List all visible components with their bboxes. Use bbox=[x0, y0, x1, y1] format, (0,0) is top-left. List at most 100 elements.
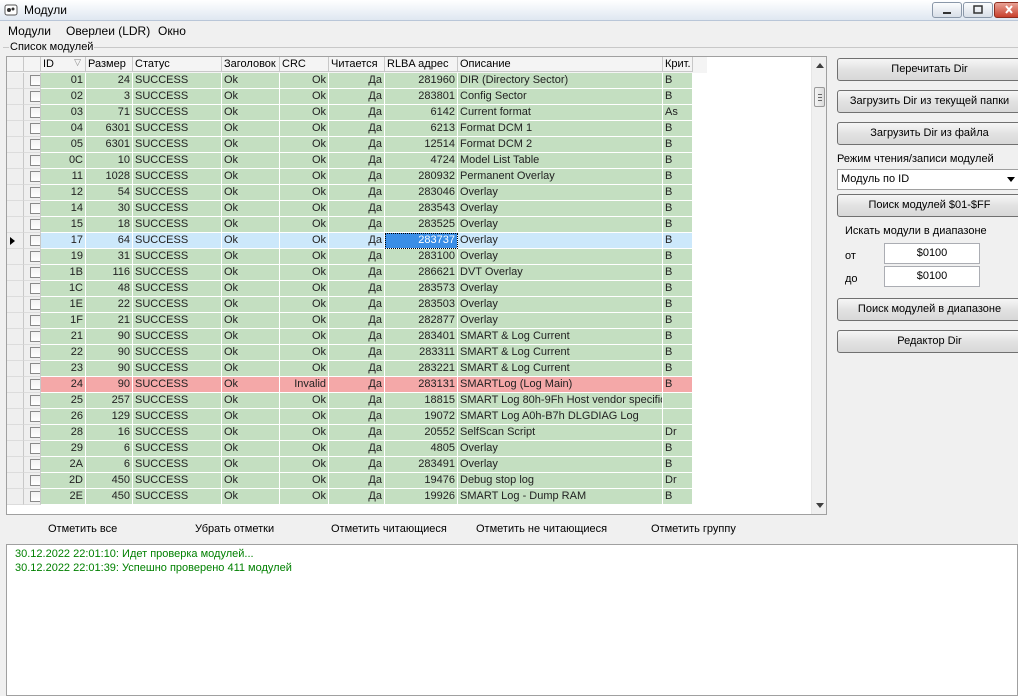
header-status[interactable]: Статус bbox=[133, 57, 222, 72]
cell-status[interactable]: SUCCESS bbox=[133, 169, 222, 185]
cell-status[interactable]: SUCCESS bbox=[133, 377, 222, 393]
cell-crit[interactable]: B bbox=[663, 137, 693, 153]
cell-readable[interactable]: Да bbox=[329, 169, 385, 185]
cell-description[interactable]: Format DCM 1 bbox=[458, 121, 663, 137]
cell-description[interactable]: SMART Log 80h-9Fh Host vendor specific bbox=[458, 393, 663, 409]
cell-size[interactable]: 90 bbox=[86, 361, 133, 377]
cell-description[interactable]: Overlay bbox=[458, 185, 663, 201]
cell-crc[interactable]: Ok bbox=[280, 329, 329, 345]
cell-crc[interactable]: Ok bbox=[280, 361, 329, 377]
search-modules-01-ff-button[interactable]: Поиск модулей $01-$FF bbox=[837, 194, 1018, 217]
cell-readable[interactable]: Да bbox=[329, 233, 385, 249]
cell-crit[interactable]: B bbox=[663, 185, 693, 201]
cell-status[interactable]: SUCCESS bbox=[133, 137, 222, 153]
cell-status[interactable]: SUCCESS bbox=[133, 201, 222, 217]
row-indicator[interactable] bbox=[7, 137, 24, 153]
cell-size[interactable]: 6301 bbox=[86, 137, 133, 153]
cell-title[interactable]: Ok bbox=[222, 105, 280, 121]
row-indicator[interactable] bbox=[7, 409, 24, 425]
cell-id[interactable]: 24 bbox=[41, 377, 86, 393]
cell-title[interactable]: Ok bbox=[222, 361, 280, 377]
cell-id[interactable]: 1C bbox=[41, 281, 86, 297]
cell-id[interactable]: 1F bbox=[41, 313, 86, 329]
cell-id[interactable]: 28 bbox=[41, 425, 86, 441]
header-size[interactable]: Размер bbox=[86, 57, 133, 72]
cell-readable[interactable]: Да bbox=[329, 121, 385, 137]
table-row[interactable]: 2D 450 SUCCESS Ok Ok Да 19476 Debug stop log Dr bbox=[7, 473, 693, 489]
row-checkbox[interactable] bbox=[30, 123, 40, 134]
cell-readable[interactable]: Да bbox=[329, 377, 385, 393]
cell-crit[interactable]: B bbox=[663, 329, 693, 345]
cell-readable[interactable]: Да bbox=[329, 201, 385, 217]
cell-description[interactable]: SMART Log - Dump RAM bbox=[458, 489, 663, 505]
cell-size[interactable]: 18 bbox=[86, 217, 133, 233]
row-indicator[interactable] bbox=[7, 457, 24, 473]
cell-crit[interactable]: B bbox=[663, 313, 693, 329]
cell-description[interactable]: DVT Overlay bbox=[458, 265, 663, 281]
cell-rlba[interactable]: 19476 bbox=[385, 473, 458, 489]
cell-description[interactable]: Overlay bbox=[458, 281, 663, 297]
cell-readable[interactable]: Да bbox=[329, 89, 385, 105]
maximize-button[interactable] bbox=[963, 2, 993, 18]
cell-id[interactable]: 1B bbox=[41, 265, 86, 281]
cell-status[interactable]: SUCCESS bbox=[133, 473, 222, 489]
cell-description[interactable]: Config Sector bbox=[458, 89, 663, 105]
mark-readable-button[interactable]: Отметить читающиеся bbox=[331, 523, 447, 535]
table-row[interactable]: 12 54 SUCCESS Ok Ok Да 283046 Overlay B bbox=[7, 185, 693, 201]
cell-readable[interactable]: Да bbox=[329, 361, 385, 377]
cell-crc[interactable]: Ok bbox=[280, 217, 329, 233]
range-from-input[interactable]: $0100 bbox=[884, 243, 980, 264]
cell-rlba[interactable]: 6213 bbox=[385, 121, 458, 137]
cell-crit[interactable]: B bbox=[663, 361, 693, 377]
cell-status[interactable]: SUCCESS bbox=[133, 441, 222, 457]
cell-title[interactable]: Ok bbox=[222, 201, 280, 217]
cell-crit[interactable]: B bbox=[663, 489, 693, 505]
cell-size[interactable]: 129 bbox=[86, 409, 133, 425]
cell-size[interactable]: 6301 bbox=[86, 121, 133, 137]
cell-readable[interactable]: Да bbox=[329, 105, 385, 121]
cell-id[interactable]: 11 bbox=[41, 169, 86, 185]
row-indicator[interactable] bbox=[7, 249, 24, 265]
cell-crit[interactable]: B bbox=[663, 217, 693, 233]
cell-rlba[interactable]: 283491 bbox=[385, 457, 458, 473]
row-indicator[interactable] bbox=[7, 297, 24, 313]
table-row[interactable]: 01 24 SUCCESS Ok Ok Да 281960 DIR (Directory Se… bbox=[7, 73, 693, 89]
row-indicator[interactable] bbox=[7, 201, 24, 217]
cell-crit[interactable] bbox=[663, 409, 693, 425]
cell-title[interactable]: Ok bbox=[222, 281, 280, 297]
row-indicator[interactable] bbox=[7, 425, 24, 441]
row-indicator[interactable] bbox=[7, 153, 24, 169]
cell-status[interactable]: SUCCESS bbox=[133, 281, 222, 297]
cell-readable[interactable]: Да bbox=[329, 217, 385, 233]
header-description[interactable]: Описание bbox=[458, 57, 663, 72]
row-indicator[interactable] bbox=[7, 345, 24, 361]
row-indicator[interactable] bbox=[7, 393, 24, 409]
cell-crc[interactable]: Ok bbox=[280, 345, 329, 361]
cell-crc[interactable]: Ok bbox=[280, 89, 329, 105]
cell-description[interactable]: Overlay bbox=[458, 249, 663, 265]
cell-crc[interactable]: Ok bbox=[280, 105, 329, 121]
cell-crit[interactable]: B bbox=[663, 89, 693, 105]
cell-readable[interactable]: Да bbox=[329, 457, 385, 473]
row-checkbox[interactable] bbox=[30, 459, 40, 470]
table-row[interactable]: 1B 116 SUCCESS Ok Ok Да 286621 DVT Overlay B bbox=[7, 265, 693, 281]
row-checkbox[interactable] bbox=[30, 267, 40, 278]
cell-crc[interactable]: Ok bbox=[280, 153, 329, 169]
cell-id[interactable]: 0C bbox=[41, 153, 86, 169]
row-checkbox[interactable] bbox=[30, 379, 40, 390]
cell-size[interactable]: 16 bbox=[86, 425, 133, 441]
cell-id[interactable]: 14 bbox=[41, 201, 86, 217]
cell-size[interactable]: 3 bbox=[86, 89, 133, 105]
cell-id[interactable]: 26 bbox=[41, 409, 86, 425]
row-checkbox[interactable] bbox=[30, 283, 40, 294]
cell-crit[interactable] bbox=[663, 393, 693, 409]
row-checkbox[interactable] bbox=[30, 395, 40, 406]
cell-id[interactable]: 2D bbox=[41, 473, 86, 489]
cell-crc[interactable]: Ok bbox=[280, 249, 329, 265]
cell-status[interactable]: SUCCESS bbox=[133, 393, 222, 409]
table-row[interactable]: 14 30 SUCCESS Ok Ok Да 283543 Overlay B bbox=[7, 201, 693, 217]
table-row[interactable]: 2A 6 SUCCESS Ok Ok Да 283491 Overlay B bbox=[7, 457, 693, 473]
cell-description[interactable]: Overlay bbox=[458, 441, 663, 457]
row-checkbox[interactable] bbox=[30, 187, 40, 198]
cell-rlba[interactable]: 4724 bbox=[385, 153, 458, 169]
